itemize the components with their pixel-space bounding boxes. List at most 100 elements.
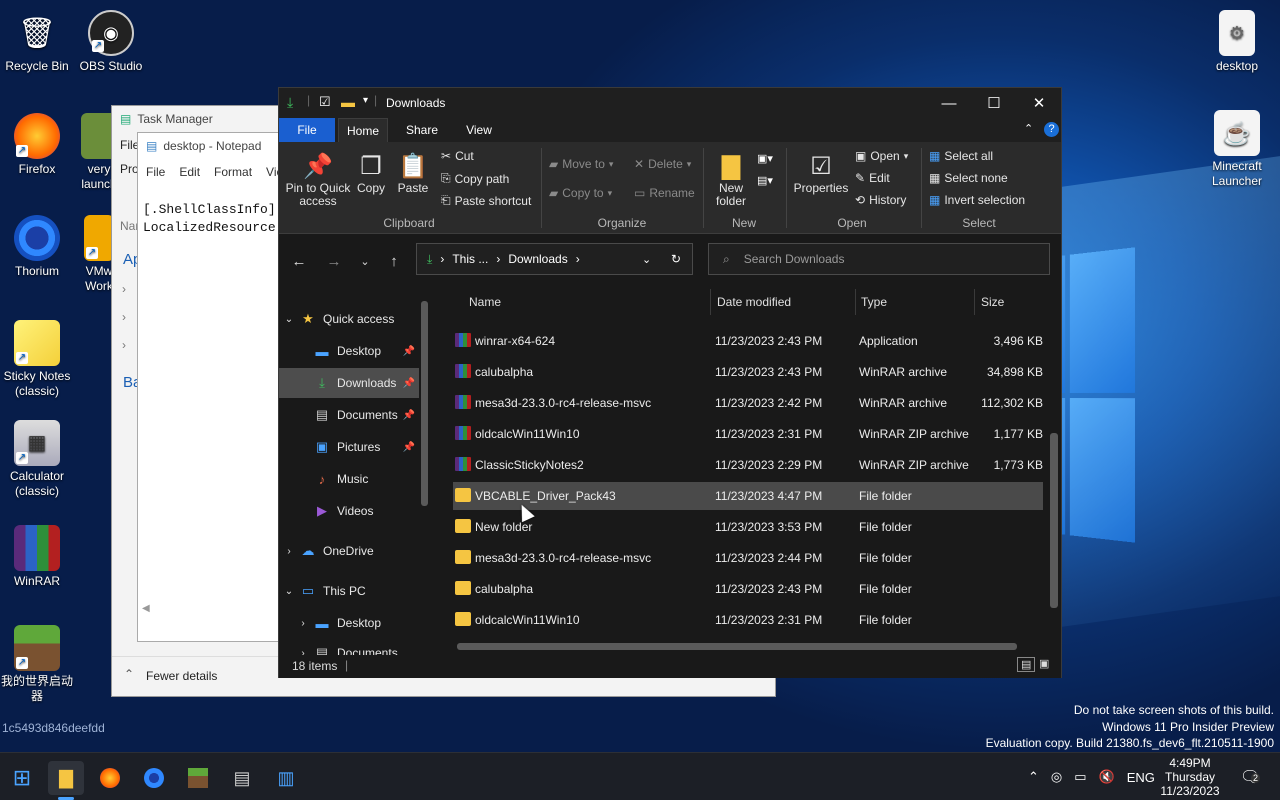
column-date-modified[interactable]: Date modified	[717, 295, 791, 309]
taskbar-thorium-icon[interactable]	[136, 761, 172, 795]
notepad-text-area[interactable]: [.ShellClassInfo] LocalizedResource	[143, 201, 276, 237]
expand-chevron-icon[interactable]: ›	[293, 618, 313, 629]
file-row[interactable]: oldcalcWin11Win10 11/23/2023 2:31 PM WinRA…	[453, 420, 1043, 448]
camera-icon[interactable]: ◎	[1051, 769, 1062, 785]
nav-quick-access[interactable]: ⌄ ★ Quick access	[279, 304, 419, 334]
easy-access-icon[interactable]: ▤▾	[757, 174, 773, 187]
notepad-menu-file[interactable]: File	[146, 165, 165, 179]
properties-check-icon[interactable]: ☑	[319, 94, 331, 110]
nav-downloads[interactable]: ⤓ Downloads 📌	[279, 368, 419, 398]
column-divider[interactable]	[855, 289, 856, 315]
file-list-scroll-thumb[interactable]	[1050, 433, 1058, 608]
cut-button[interactable]: ✂ Cut	[441, 149, 474, 163]
rename-button[interactable]: ▭ Rename	[634, 186, 695, 200]
desktop-icon-recycle-bin[interactable]: 🗑 Recycle Bin	[0, 10, 74, 74]
column-type[interactable]: Type	[861, 295, 887, 309]
file-explorer-window[interactable]: ⤓ | ☑ ▬ ▾ | Downloads — ☐ ✕ File Home Sh…	[278, 87, 1062, 678]
file-row[interactable]: oldcalcWin11Win10 11/23/2023 2:31 PM File …	[453, 606, 1043, 634]
properties-button[interactable]: ☑ Properties	[791, 150, 851, 195]
nav-onedrive[interactable]: › ☁ OneDrive	[279, 536, 419, 566]
history-button[interactable]: ⟲ History	[855, 193, 906, 207]
horizontal-scrollbar[interactable]	[445, 641, 1045, 651]
new-folder-button[interactable]: ▇ New folder	[709, 150, 753, 208]
close-button[interactable]: ✕	[1016, 88, 1062, 118]
up-arrow-icon[interactable]: ↑	[381, 248, 407, 274]
expand-chevron-icon[interactable]: ›	[293, 648, 313, 656]
address-dropdown-icon[interactable]: ⌄	[642, 253, 651, 266]
desktop-icon-desktop-ini[interactable]: ⚙ desktop	[1200, 10, 1274, 74]
task-manager-tab-processes[interactable]: Pro	[120, 162, 139, 176]
notepad-window[interactable]: ▤ desktop - Notepad File Edit Format Vie …	[137, 132, 283, 642]
file-row[interactable]: calubalpha 11/23/2023 2:43 PM File folder	[453, 575, 1043, 603]
nav-scroll-thumb[interactable]	[421, 301, 428, 506]
file-list-scrollbar[interactable]	[1049, 293, 1059, 638]
desktop-icon-minecraft-launcher[interactable]: ☕ Minecraft Launcher	[1200, 110, 1274, 189]
nav-this-pc[interactable]: ⌄ ▭ This PC	[279, 576, 419, 606]
taskbar-minecraft-icon[interactable]	[180, 761, 216, 795]
clock[interactable]: 4:49PM Thursday 11/23/2023	[1150, 756, 1230, 798]
search-input[interactable]: Search Downloads	[744, 252, 845, 266]
file-row[interactable]: New folder 11/23/2023 3:53 PM File folder	[453, 513, 1043, 541]
taskbar-task-manager-icon[interactable]: ▤	[224, 761, 260, 795]
tab-share[interactable]: Share	[397, 118, 447, 142]
file-list[interactable]: Name Date modified Type Size winrar-x64-…	[445, 287, 1051, 645]
back-arrow-icon[interactable]: ←	[286, 248, 312, 274]
expand-chevron-icon[interactable]: ⌄	[279, 314, 299, 325]
show-hidden-icons-icon[interactable]: ⌃	[1028, 769, 1039, 785]
nav-desktop[interactable]: ▬ Desktop 📌	[279, 336, 419, 366]
refresh-icon[interactable]: ↻	[671, 252, 681, 266]
recent-locations-icon[interactable]: ⌄	[352, 248, 378, 274]
paste-button[interactable]: 📋 Paste	[393, 150, 433, 195]
nav-documents[interactable]: ▤ Documents 📌	[279, 400, 419, 430]
desktop-icon-firefox[interactable]: ↗ Firefox	[0, 113, 74, 177]
expand-chevron-icon[interactable]: ›	[122, 310, 126, 324]
nav-music[interactable]: ♪ Music	[279, 464, 419, 494]
fewer-details-button[interactable]: Fewer details	[146, 669, 217, 683]
pin-to-quick-access-button[interactable]: 📌 Pin to Quick access	[285, 150, 351, 208]
desktop-icon-sticky-notes[interactable]: ↗ Sticky Notes (classic)	[0, 320, 74, 399]
forward-arrow-icon[interactable]: →	[321, 248, 347, 274]
expand-chevron-icon[interactable]: ›	[122, 338, 126, 352]
explorer-titlebar[interactable]: ⤓ | ☑ ▬ ▾ | Downloads — ☐ ✕	[279, 88, 1061, 118]
expand-chevron-icon[interactable]: ›	[279, 546, 299, 557]
column-divider[interactable]	[710, 289, 711, 315]
volume-muted-icon[interactable]: 🔇	[1099, 769, 1115, 785]
taskbar-notepad-icon[interactable]: ▥	[268, 761, 304, 795]
move-to-button[interactable]: ▰ Move to ▾	[549, 157, 613, 171]
nav-pc-desktop[interactable]: › ▬ Desktop	[279, 608, 419, 638]
nav-scrollbar[interactable]	[420, 293, 430, 653]
scroll-left-icon[interactable]: ◀	[142, 603, 150, 614]
select-none-button[interactable]: ▦ Select none	[929, 171, 1008, 185]
tab-view[interactable]: View	[454, 118, 504, 142]
column-name[interactable]: Name	[469, 295, 501, 309]
column-size[interactable]: Size	[981, 295, 1004, 309]
desktop-icon-thorium[interactable]: Thorium	[0, 215, 74, 279]
select-all-button[interactable]: ▦ Select all	[929, 149, 993, 163]
desktop-icon-winrar[interactable]: WinRAR	[0, 525, 74, 589]
nav-pc-documents[interactable]: › ▤ Documents	[279, 638, 419, 655]
help-icon[interactable]: ?	[1044, 122, 1059, 137]
chevron-up-icon[interactable]: ⌃	[124, 667, 134, 681]
horizontal-scroll-thumb[interactable]	[457, 643, 1017, 650]
file-row[interactable]: winrar-x64-624 11/23/2023 2:43 PM Applicat…	[453, 327, 1043, 355]
large-icons-view-icon[interactable]: ▣	[1039, 657, 1049, 670]
file-row[interactable]: VBCABLE_Driver_Pack43 11/23/2023 4:47 PM F…	[453, 482, 1043, 510]
file-row[interactable]: calubalpha 11/23/2023 2:43 PM WinRAR archi…	[453, 358, 1043, 386]
breadcrumb-downloads[interactable]: Downloads	[508, 252, 567, 266]
nav-videos[interactable]: ▶ Videos	[279, 496, 419, 526]
copy-to-button[interactable]: ▰ Copy to ▾	[549, 186, 612, 200]
collapse-ribbon-icon[interactable]: ⌃	[1024, 122, 1033, 135]
notification-icon[interactable]: 🗨2	[1240, 767, 1260, 787]
paste-shortcut-button[interactable]: ⎗ Paste shortcut	[441, 193, 531, 208]
nav-pictures[interactable]: ▣ Pictures 📌	[279, 432, 419, 462]
notepad-menu-edit[interactable]: Edit	[179, 165, 200, 179]
edit-button[interactable]: ✎ Edit	[855, 171, 890, 185]
file-row[interactable]: ClassicStickyNotes2 11/23/2023 2:29 PM Win…	[453, 451, 1043, 479]
desktop-icon-calculator[interactable]: ▦ ↗ Calculator (classic)	[0, 420, 74, 499]
breadcrumb-this-pc[interactable]: This ...	[452, 252, 488, 266]
customize-toolbar-icon[interactable]: ▾	[363, 95, 368, 106]
delete-button[interactable]: ✕ Delete ▾	[634, 157, 691, 171]
desktop-icon-minecraft-cn[interactable]: ↗ 我的世界启动器	[0, 625, 74, 704]
navigation-pane[interactable]: ⌄ ★ Quick access ▬ Desktop 📌 ⤓ Downloads 📌 ▤ Do…	[279, 287, 435, 655]
desktop-icon-obs[interactable]: ◉ ↗ OBS Studio	[74, 10, 148, 74]
